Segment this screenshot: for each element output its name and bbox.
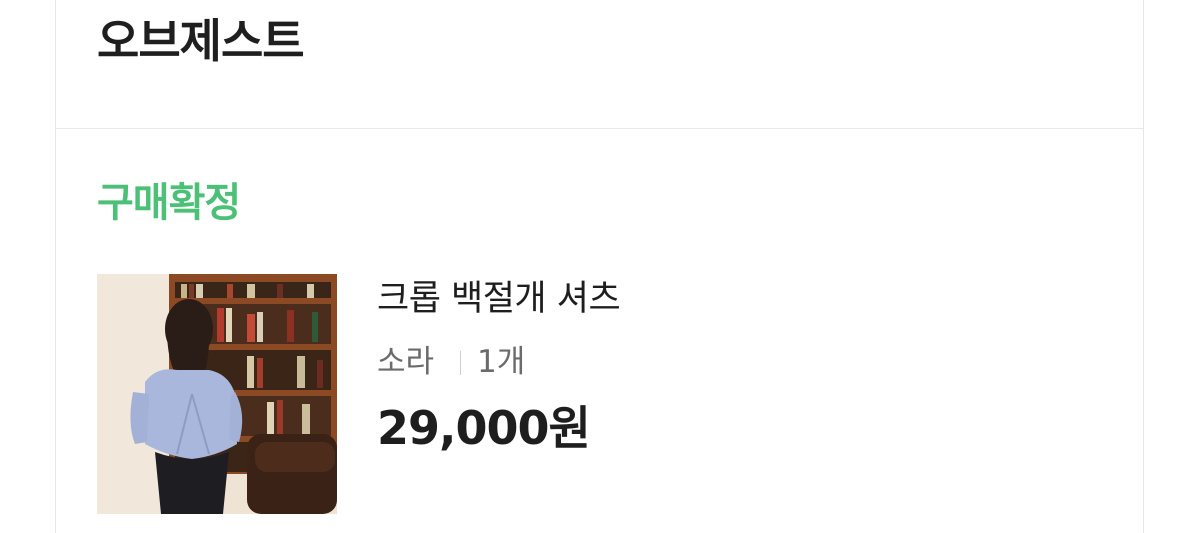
option-divider [460,350,462,375]
store-header[interactable]: 오브제스트 [56,0,1143,129]
product-price: 29,000원 [377,401,591,455]
product-options: 소라 1개 [377,344,525,381]
order-status-label: 구매확정 [97,180,241,226]
product-thumbnail[interactable] [97,274,337,514]
product-name[interactable]: 크롭 백절개 셔츠 [377,278,621,320]
store-name[interactable]: 오브제스트 [97,14,305,69]
product-photo-shirt-icon [97,274,337,514]
option-color: 소라 [377,344,435,380]
order-card[interactable]: 오브제스트 구매확정 크롭 백절개 셔츠 소라 1개 29,000원 [55,0,1144,533]
option-quantity: 1개 [477,344,526,380]
